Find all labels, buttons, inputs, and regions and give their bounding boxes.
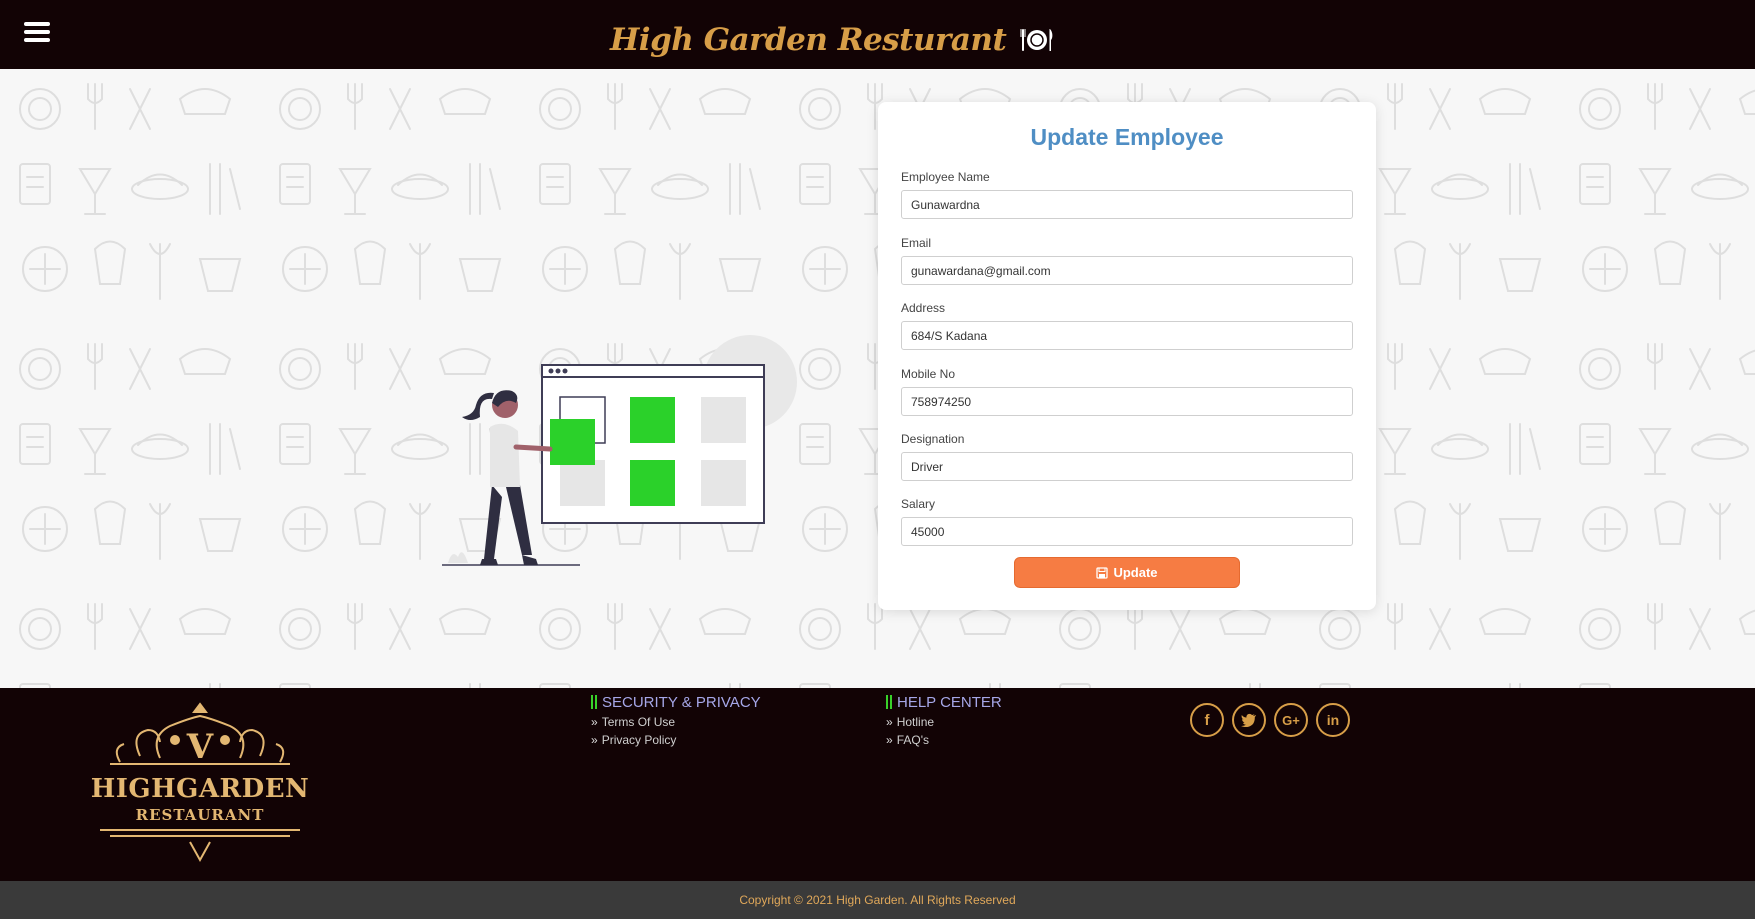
employee-name-input[interactable]	[901, 190, 1353, 219]
twitter-bird-glyph	[1241, 713, 1256, 727]
privacy-policy-link[interactable]: » Privacy Policy	[591, 733, 761, 747]
heading-accent-bar	[591, 695, 597, 709]
employee-name-group: Employee Name	[901, 170, 1353, 219]
faqs-link[interactable]: » FAQ's	[886, 733, 1002, 747]
main-content: Update Employee Employee Name Email Addr…	[0, 69, 1755, 688]
mobile-input[interactable]	[901, 387, 1353, 416]
brand[interactable]: High Garden Resturant	[610, 18, 1054, 62]
designation-group: Designation	[901, 432, 1353, 481]
plate-cutlery-icon	[1020, 29, 1053, 51]
email-label: Email	[901, 236, 932, 250]
brand-title: High Garden Resturant	[610, 22, 1007, 58]
salary-input[interactable]	[901, 517, 1353, 546]
terms-of-use-label: Terms Of Use	[601, 715, 676, 729]
copyright-text: Copyright © 2021 High Garden. All Rights…	[739, 893, 1016, 907]
salary-group: Salary	[901, 497, 1353, 546]
mobile-label: Mobile No	[901, 367, 956, 381]
email-group: Email	[901, 236, 1353, 285]
double-chevron-right-icon: »	[591, 715, 598, 729]
footer: V HIGHGARDEN RESTAURANT SECURITY & PRIVA…	[0, 688, 1755, 881]
privacy-policy-label: Privacy Policy	[601, 733, 677, 747]
security-privacy-heading: SECURITY & PRIVACY	[591, 693, 761, 711]
logo-monogram: V	[186, 727, 214, 767]
hotline-label: Hotline	[896, 715, 935, 729]
faqs-label: FAQ's	[896, 733, 929, 747]
twitter-icon[interactable]	[1232, 703, 1266, 737]
address-label: Address	[901, 301, 946, 315]
address-group: Address	[901, 301, 1353, 350]
hamburger-menu-icon[interactable]	[24, 22, 50, 46]
salary-label: Salary	[901, 497, 936, 511]
update-employee-form: Update Employee Employee Name Email Addr…	[878, 102, 1376, 610]
security-privacy-title: SECURITY & PRIVACY	[602, 693, 761, 711]
designation-input[interactable]	[901, 452, 1353, 481]
dashboard-illustration	[442, 335, 797, 566]
help-center-title: HELP CENTER	[897, 693, 1002, 711]
mobile-group: Mobile No	[901, 367, 1353, 416]
update-button-label: Update	[1113, 565, 1158, 580]
designation-label: Designation	[901, 432, 965, 446]
double-chevron-right-icon: »	[886, 733, 893, 747]
highgarden-logo: V HIGHGARDEN RESTAURANT	[80, 696, 320, 868]
update-button[interactable]: Update	[1014, 557, 1240, 588]
form-title: Update Employee	[1030, 124, 1224, 150]
logo-name: HIGHGARDEN	[90, 774, 310, 804]
double-chevron-right-icon: »	[886, 715, 893, 729]
employee-name-label: Employee Name	[901, 170, 990, 184]
security-privacy-column: SECURITY & PRIVACY » Terms Of Use » Priv…	[591, 693, 761, 747]
top-navbar: High Garden Resturant	[0, 0, 1755, 69]
facebook-icon[interactable]: f	[1190, 703, 1224, 737]
help-center-heading: HELP CENTER	[886, 693, 1002, 711]
email-input[interactable]	[901, 256, 1353, 285]
help-center-column: HELP CENTER » Hotline » FAQ's	[886, 693, 1002, 747]
double-chevron-right-icon: »	[591, 733, 598, 747]
copyright-bar: Copyright © 2021 High Garden. All Rights…	[0, 881, 1755, 919]
hotline-link[interactable]: » Hotline	[886, 715, 1002, 729]
logo-subtitle: RESTAURANT	[135, 806, 265, 824]
heading-accent-bar	[886, 695, 892, 709]
save-icon	[1096, 566, 1109, 579]
address-input[interactable]	[901, 321, 1353, 350]
linkedin-icon[interactable]: in	[1316, 703, 1350, 737]
terms-of-use-link[interactable]: » Terms Of Use	[591, 715, 761, 729]
google-plus-icon[interactable]: G+	[1274, 703, 1308, 737]
